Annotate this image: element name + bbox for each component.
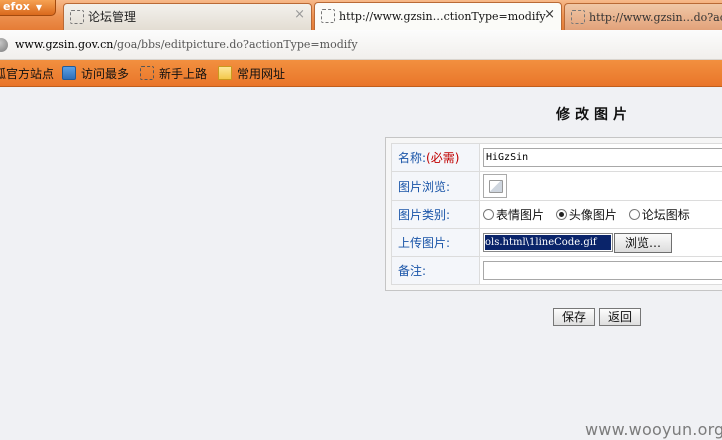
- page-icon: [571, 10, 585, 24]
- bookmark-label: 新手上路: [159, 67, 208, 81]
- type-label: 图片类别:: [391, 200, 480, 229]
- bookmark-label: 常用网址: [237, 67, 286, 81]
- edit-picture-form: 名称:(必需) HiGzSin 图片浏览: 图片类别: 表情图片 头像图片 论坛…: [385, 137, 722, 291]
- page-icon: [140, 66, 154, 80]
- upload-value-cell: ols.html\1lineCode.gif 浏览…: [479, 228, 722, 257]
- tab-third[interactable]: http://www.gzsin…do?ac: [564, 3, 722, 30]
- bookmarks-toolbar: 狐官方站点 访问最多 新手上路 常用网址: [0, 60, 722, 87]
- upload-label: 上传图片:: [391, 228, 480, 257]
- back-button[interactable]: 返回: [599, 308, 641, 326]
- tab-bar: efox ▼ 论坛管理 × http://www.gzsin…ctionType=…: [0, 0, 722, 30]
- url-bar[interactable]: www.gzsin.gov.cn/goa/bbs/editpicture.do?…: [0, 30, 722, 60]
- name-value-cell: HiGzSin: [479, 143, 722, 172]
- page-title: 修改图片: [556, 107, 632, 123]
- bookmark-getting-started[interactable]: 新手上路: [140, 66, 207, 82]
- name-input[interactable]: HiGzSin: [483, 148, 722, 167]
- radio-label: 论坛图标: [641, 208, 690, 222]
- tab-edit-picture[interactable]: http://www.gzsin…ctionType=modify ×: [314, 2, 562, 30]
- form-row-preview: 图片浏览:: [391, 171, 722, 201]
- form-row-upload: 上传图片: ols.html\1lineCode.gif 浏览…: [391, 228, 722, 257]
- tab-title: 论坛管理: [88, 10, 137, 24]
- name-label: 名称:: [398, 151, 427, 165]
- preview-value-cell: [479, 171, 722, 201]
- most-visited-icon: [62, 66, 76, 80]
- radio-emoticon[interactable]: 表情图片: [483, 206, 544, 223]
- radio-forum-icon[interactable]: 论坛图标: [628, 206, 690, 223]
- required-marker: (必需): [426, 151, 460, 165]
- url-text[interactable]: www.gzsin.gov.cn/goa/bbs/editpicture.do?…: [15, 38, 358, 51]
- close-icon[interactable]: ×: [294, 7, 305, 23]
- radio-avatar[interactable]: 头像图片: [555, 206, 617, 223]
- file-path-selected-text: ols.html\1lineCode.gif: [485, 235, 611, 250]
- form-table: 名称:(必需) HiGzSin 图片浏览: 图片类别: 表情图片 头像图片 论坛…: [391, 143, 722, 285]
- save-button[interactable]: 保存: [553, 308, 595, 326]
- bookmark-common-sites[interactable]: 常用网址: [218, 66, 285, 82]
- radio-button-selected[interactable]: [555, 209, 567, 220]
- radio-button[interactable]: [483, 209, 494, 220]
- url-path: /goa/bbs/editpicture.do?actionType=modif…: [113, 38, 358, 51]
- bookmark-most-visited[interactable]: 访问最多: [62, 66, 129, 82]
- form-row-name: 名称:(必需) HiGzSin: [391, 143, 722, 172]
- firefox-menu-label: efox: [3, 0, 30, 13]
- bookmark-official-site[interactable]: 狐官方站点: [0, 66, 54, 82]
- file-path-input[interactable]: ols.html\1lineCode.gif: [483, 233, 613, 252]
- url-host: www.gzsin.gov.cn: [15, 38, 114, 51]
- browse-button[interactable]: 浏览…: [614, 232, 672, 253]
- folder-icon: [218, 66, 232, 80]
- remark-label: 备注:: [391, 256, 480, 285]
- chevron-down-icon: ▼: [35, 3, 43, 12]
- page-icon: [321, 9, 335, 23]
- page-content: 修改图片 名称:(必需) HiGzSin 图片浏览: 图片类别: 表情图片 头像…: [0, 88, 722, 440]
- image-placeholder-icon: [483, 174, 507, 198]
- radio-button[interactable]: [628, 209, 640, 220]
- radio-label: 头像图片: [568, 208, 617, 222]
- tab-forum-admin[interactable]: 论坛管理 ×: [63, 3, 312, 30]
- preview-label: 图片浏览:: [391, 171, 480, 201]
- form-row-type: 图片类别: 表情图片 头像图片 论坛图标: [391, 200, 722, 229]
- tab-title: http://www.gzsin…do?ac: [589, 11, 722, 24]
- watermark: www.wooyun.org: [585, 420, 722, 439]
- remark-input[interactable]: [483, 261, 722, 280]
- site-identity-icon[interactable]: [0, 38, 8, 52]
- page-icon: [70, 10, 84, 24]
- form-row-remark: 备注:: [391, 256, 722, 285]
- remark-value-cell: [479, 256, 722, 285]
- tab-title: http://www.gzsin…ctionType=modify: [339, 10, 546, 23]
- bookmark-label: 狐官方站点: [0, 67, 55, 81]
- name-label-cell: 名称:(必需): [391, 143, 480, 172]
- type-value-cell: 表情图片 头像图片 论坛图标: [479, 200, 722, 229]
- radio-label: 表情图片: [496, 208, 545, 222]
- close-icon[interactable]: ×: [544, 7, 555, 23]
- firefox-menu-button[interactable]: efox ▼: [0, 0, 56, 16]
- bookmark-label: 访问最多: [81, 67, 130, 81]
